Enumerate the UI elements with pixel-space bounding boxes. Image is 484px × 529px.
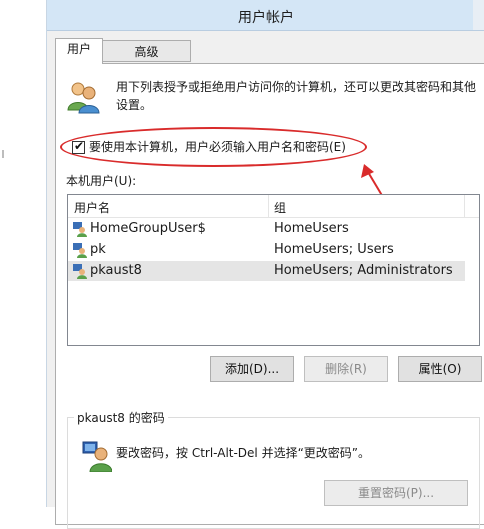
user-icon bbox=[73, 243, 87, 258]
reset-password-button[interactable]: 重置密码(P)... bbox=[324, 480, 468, 506]
user-name: pk bbox=[90, 242, 106, 257]
user-group: HomeUsers bbox=[274, 221, 349, 236]
user-name: pkaust8 bbox=[90, 263, 142, 278]
background-mark bbox=[2, 150, 4, 158]
remove-user-button[interactable]: 删除(R) bbox=[304, 356, 388, 382]
password-group-title: pkaust8 的密码 bbox=[74, 409, 168, 426]
user-group: HomeUsers; Administrators bbox=[274, 263, 453, 278]
window-title: 用户帐户 bbox=[238, 10, 294, 26]
column-divider[interactable] bbox=[464, 195, 465, 217]
intro-text: 用下列表授予或拒绝用户访问你的计算机，还可以更改其密码和其他设置。 bbox=[116, 80, 477, 112]
users-list-label: 本机用户(U): bbox=[66, 174, 137, 188]
user-password-icon bbox=[82, 441, 112, 472]
tab-panel-users: 用下列表授予或拒绝用户访问你的计算机，还可以更改其密码和其他设置。 ✔ 要使用本… bbox=[55, 63, 484, 529]
user-group: HomeUsers; Users bbox=[274, 242, 394, 257]
user-icon bbox=[73, 222, 87, 237]
checkmark-icon: ✔ bbox=[74, 139, 85, 153]
title-bar: 用户帐户 bbox=[47, 0, 484, 31]
user-name: HomeGroupUser$ bbox=[90, 221, 206, 236]
password-groupbox: pkaust8 的密码 要改密码，按 Ctrl-Alt-Del 并选择“更改密码… bbox=[67, 409, 480, 529]
column-divider[interactable] bbox=[268, 195, 269, 217]
properties-button[interactable]: 属性(O) bbox=[398, 356, 482, 382]
user-accounts-window: 用户帐户 用户 高级 用下列表授予或拒绝用户访问你的计算机，还可以更改其密码和其… bbox=[46, 0, 484, 529]
title-bar-edge bbox=[473, 0, 484, 30]
table-row[interactable]: HomeGroupUser$ HomeUsers bbox=[68, 219, 479, 239]
table-row-selected[interactable]: pkaust8 HomeUsers; Administrators bbox=[68, 261, 465, 281]
require-password-label[interactable]: 要使用本计算机，用户必须输入用户名和密码(E) bbox=[89, 139, 346, 155]
users-list-header: 用户名 组 bbox=[68, 195, 479, 218]
users-list[interactable]: 用户名 组 HomeGroupUser$ HomeUsers pk HomeUs… bbox=[67, 194, 480, 346]
column-header-group[interactable]: 组 bbox=[274, 199, 286, 216]
column-header-username[interactable]: 用户名 bbox=[74, 199, 110, 216]
password-instruction: 要改密码，按 Ctrl-Alt-Del 并选择“更改密码”。 bbox=[116, 446, 371, 460]
user-icon bbox=[73, 264, 87, 279]
require-password-checkbox[interactable]: ✔ bbox=[72, 139, 85, 154]
add-user-button[interactable]: 添加(D)... bbox=[210, 356, 294, 382]
table-row[interactable]: pk HomeUsers; Users bbox=[68, 240, 479, 260]
tab-advanced[interactable]: 高级 bbox=[103, 40, 191, 62]
users-icon bbox=[67, 82, 100, 114]
tab-users[interactable]: 用户 bbox=[55, 38, 103, 64]
